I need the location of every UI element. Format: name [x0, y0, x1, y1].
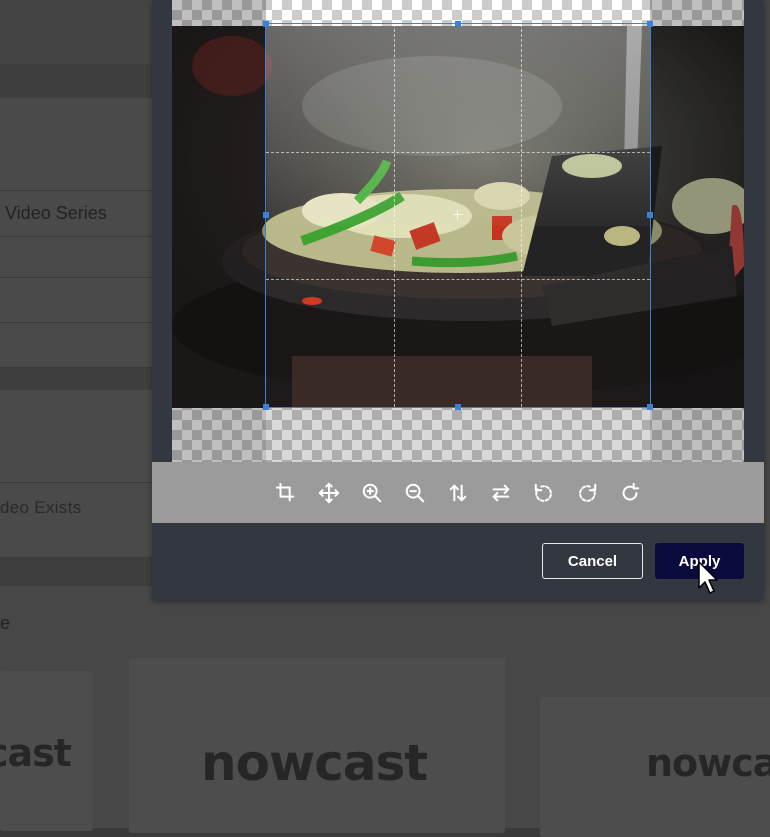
crop-handle-e[interactable]: [647, 212, 653, 218]
reset-icon[interactable]: [615, 478, 645, 508]
rotate-right-icon[interactable]: [572, 478, 602, 508]
rotate-left-icon[interactable]: [529, 478, 559, 508]
flip-vertical-icon[interactable]: [443, 478, 473, 508]
cropper-toolbar: [152, 462, 764, 523]
crop-handle-n[interactable]: [455, 21, 461, 27]
crop-handle-w[interactable]: [263, 212, 269, 218]
zoom-out-icon[interactable]: [400, 478, 430, 508]
background-row: [0, 390, 160, 483]
crop-icon[interactable]: [271, 478, 301, 508]
crop-handle-ne[interactable]: [647, 21, 653, 27]
image-cropper[interactable]: [172, 0, 744, 462]
flip-horizontal-icon[interactable]: [486, 478, 516, 508]
mouse-cursor-icon: [698, 561, 718, 594]
video-series-label: Video Series: [5, 203, 107, 223]
crop-box[interactable]: [263, 21, 653, 410]
crop-handle-s[interactable]: [455, 404, 461, 410]
background-divider: [0, 64, 160, 98]
background-row: [0, 98, 160, 191]
background-divider: [0, 558, 160, 586]
video-exists-label: deo Exists: [0, 498, 82, 517]
cancel-button[interactable]: Cancel: [542, 543, 643, 579]
crop-handle-se[interactable]: [647, 404, 653, 410]
crop-handle-nw[interactable]: [263, 21, 269, 27]
crop-mask-bottom: [266, 407, 650, 462]
thumbnail-card[interactable]: cast: [0, 671, 93, 831]
background-row: [0, 237, 160, 278]
crop-handle-sw[interactable]: [263, 404, 269, 410]
nowcast-logo: nowcast: [646, 741, 770, 785]
zoom-in-icon[interactable]: [357, 478, 387, 508]
nowcast-logo: nowcast: [201, 734, 428, 792]
section-title-fragment: e: [0, 613, 11, 633]
thumbnail-card[interactable]: nowcast: [540, 697, 770, 837]
background-row: [0, 278, 160, 323]
crop-mask-left: [172, 0, 266, 462]
nowcast-logo: cast: [0, 731, 72, 775]
thumbnail-card[interactable]: nowcast: [129, 658, 505, 833]
crop-center-marker: [453, 210, 463, 220]
background-row: [0, 323, 160, 368]
move-icon[interactable]: [314, 478, 344, 508]
background-divider: [0, 368, 160, 390]
background-row: [0, 483, 160, 558]
crop-mask-right: [650, 0, 744, 462]
crop-image-modal: Cancel Apply: [152, 0, 764, 600]
thumbnail-section: e cast nowcast nowcast: [0, 586, 770, 837]
